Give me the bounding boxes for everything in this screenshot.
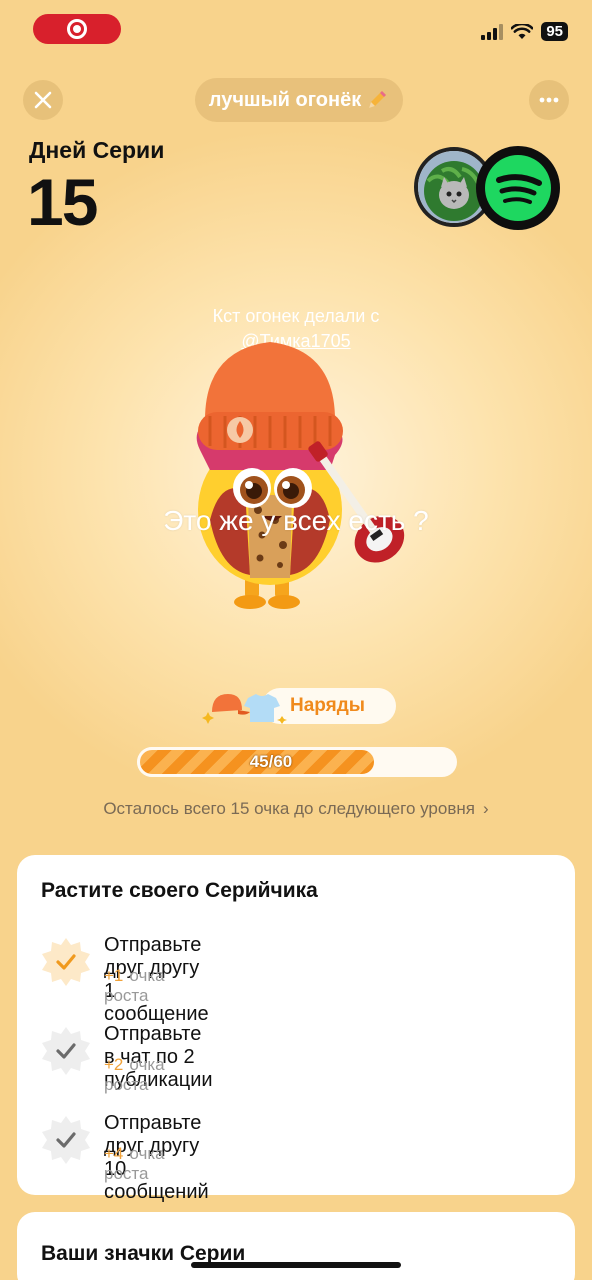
task-points: +4	[104, 1144, 124, 1163]
outfits-label: Наряды	[290, 695, 366, 716]
streak-name-button[interactable]: лучшый огонёк	[195, 78, 403, 122]
task-reward: +2 очка роста	[104, 1055, 165, 1095]
pencil-icon	[369, 91, 387, 108]
chevron-right-icon: ›	[482, 799, 489, 818]
record-icon	[67, 19, 87, 39]
streak-mascot-illustration[interactable]	[150, 320, 450, 620]
battery-level: 95	[541, 22, 568, 41]
points-to-next-level-link[interactable]: Осталось всего 15 очка до следующего уро…	[0, 799, 592, 819]
screen-recording-indicator[interactable]	[33, 14, 121, 44]
story-big-caption: Это же у всех есть ?	[163, 505, 429, 536]
streak-name: лучшый огонёк	[208, 88, 362, 111]
grow-card-title: Растите своего Серийчика	[41, 879, 318, 902]
check-badge-icon	[42, 1027, 90, 1075]
close-button[interactable]	[23, 80, 63, 120]
streak-days-label: Дней Серии	[29, 137, 165, 163]
completed-check-badge-icon	[42, 938, 90, 986]
check-badge-icon	[42, 1116, 90, 1164]
grow-tasks-card	[17, 855, 575, 1195]
streak-days-count: 15	[27, 165, 98, 239]
wifi-icon	[511, 23, 534, 39]
more-dots-icon	[539, 97, 559, 103]
tshirt-icon	[244, 694, 280, 722]
spotify-logo-icon	[485, 155, 551, 221]
more-options-button[interactable]	[529, 80, 569, 120]
status-bar-right: 95	[481, 22, 568, 41]
close-icon	[34, 91, 52, 109]
home-indicator[interactable]	[191, 1262, 401, 1268]
task-points: +2	[104, 1055, 124, 1074]
task-points: +1	[104, 966, 124, 985]
cap-icon	[212, 694, 250, 715]
points-to-next-level-text: Осталось всего 15 очка до следующего уро…	[103, 799, 475, 818]
level-progress-text: 45/60	[249, 752, 293, 771]
spotify-avatar[interactable]	[476, 146, 560, 230]
outfits-icons	[202, 694, 287, 724]
cellular-signal-icon	[481, 23, 504, 40]
task-reward: +1 очка роста	[104, 966, 165, 1006]
task-reward: +4 очка роста	[104, 1144, 165, 1184]
